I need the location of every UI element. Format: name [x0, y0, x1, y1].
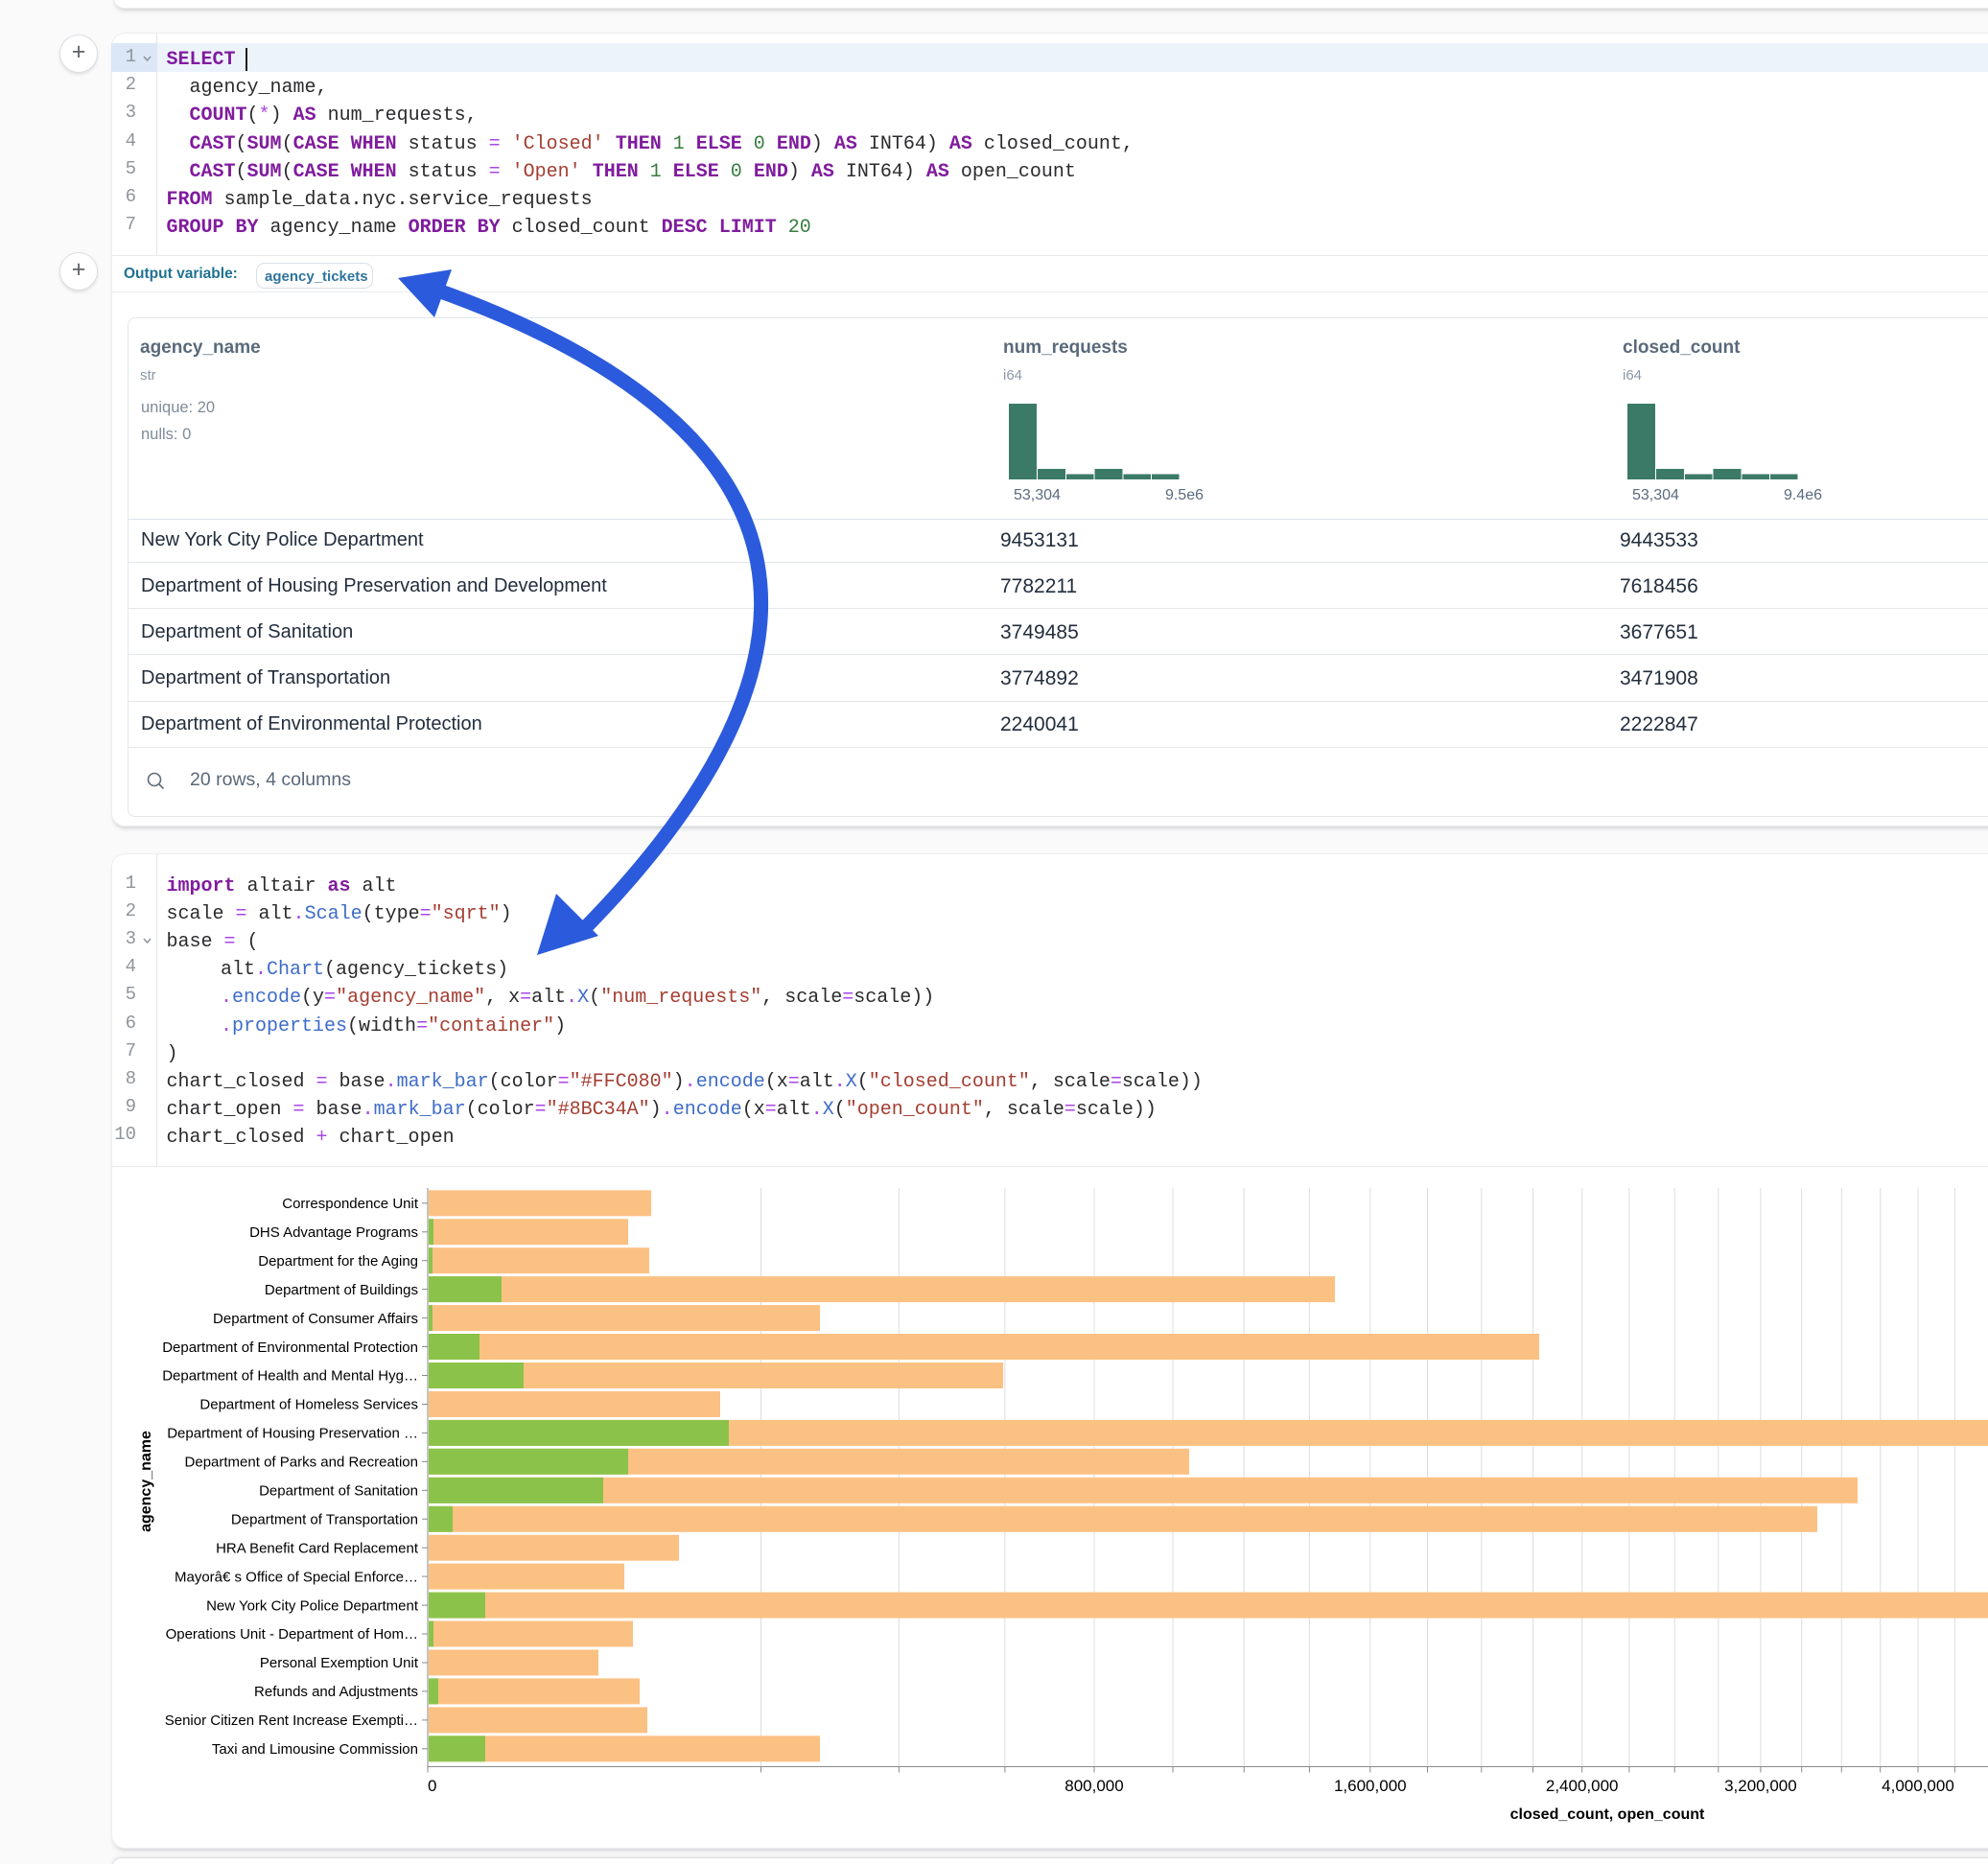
svg-text:New York City Police Departmen: New York City Police Department — [206, 1597, 419, 1614]
svg-text:Department of Environmental Pr: Department of Environmental Protection — [162, 1340, 418, 1356]
svg-text:Operations Unit - Department o: Operations Unit - Department of Hom… — [166, 1626, 418, 1643]
svg-text:Department for the Aging: Department for the Aging — [258, 1253, 418, 1270]
svg-text:1,600,000: 1,600,000 — [1334, 1777, 1407, 1795]
svg-text:Correspondence Unit: Correspondence Unit — [282, 1196, 419, 1212]
svg-text:Taxi and Limousine Commission: Taxi and Limousine Commission — [212, 1741, 418, 1758]
svg-text:Department of Sanitation: Department of Sanitation — [259, 1483, 418, 1500]
svg-text:3,200,000: 3,200,000 — [1724, 1777, 1797, 1795]
svg-text:Department of Consumer Affairs: Department of Consumer Affairs — [213, 1311, 418, 1327]
svg-text:DHS Advantage Programs: DHS Advantage Programs — [249, 1224, 418, 1241]
svg-text:800,000: 800,000 — [1064, 1777, 1123, 1795]
svg-text:closed_count, open_count: closed_count, open_count — [1510, 1806, 1705, 1823]
svg-text:Department of Homeless Service: Department of Homeless Services — [199, 1397, 418, 1413]
svg-text:Department of Transportation: Department of Transportation — [231, 1512, 418, 1528]
svg-text:2,400,000: 2,400,000 — [1546, 1777, 1619, 1795]
svg-text:4,000,000: 4,000,000 — [1882, 1777, 1954, 1795]
svg-text:Department of Housing Preserva: Department of Housing Preservation … — [167, 1426, 418, 1442]
svg-text:HRA Benefit Card Replacement: HRA Benefit Card Replacement — [216, 1540, 419, 1556]
svg-text:0: 0 — [428, 1777, 436, 1795]
svg-text:Department of Health and Menta: Department of Health and Mental Hyg… — [162, 1368, 418, 1385]
svg-text:Mayorâ€ s Office of Special En: Mayorâ€ s Office of Special Enforce… — [175, 1569, 418, 1585]
svg-text:Refunds and Adjustments: Refunds and Adjustments — [254, 1684, 418, 1700]
svg-text:Personal Exemption Unit: Personal Exemption Unit — [260, 1655, 419, 1671]
svg-text:Department of Buildings: Department of Buildings — [265, 1282, 418, 1298]
svg-text:Senior Citizen Rent Increase E: Senior Citizen Rent Increase Exempti… — [165, 1713, 418, 1729]
svg-text:Department of Parks and Recrea: Department of Parks and Recreation — [185, 1455, 418, 1471]
svg-text:agency_name: agency_name — [138, 1431, 154, 1532]
